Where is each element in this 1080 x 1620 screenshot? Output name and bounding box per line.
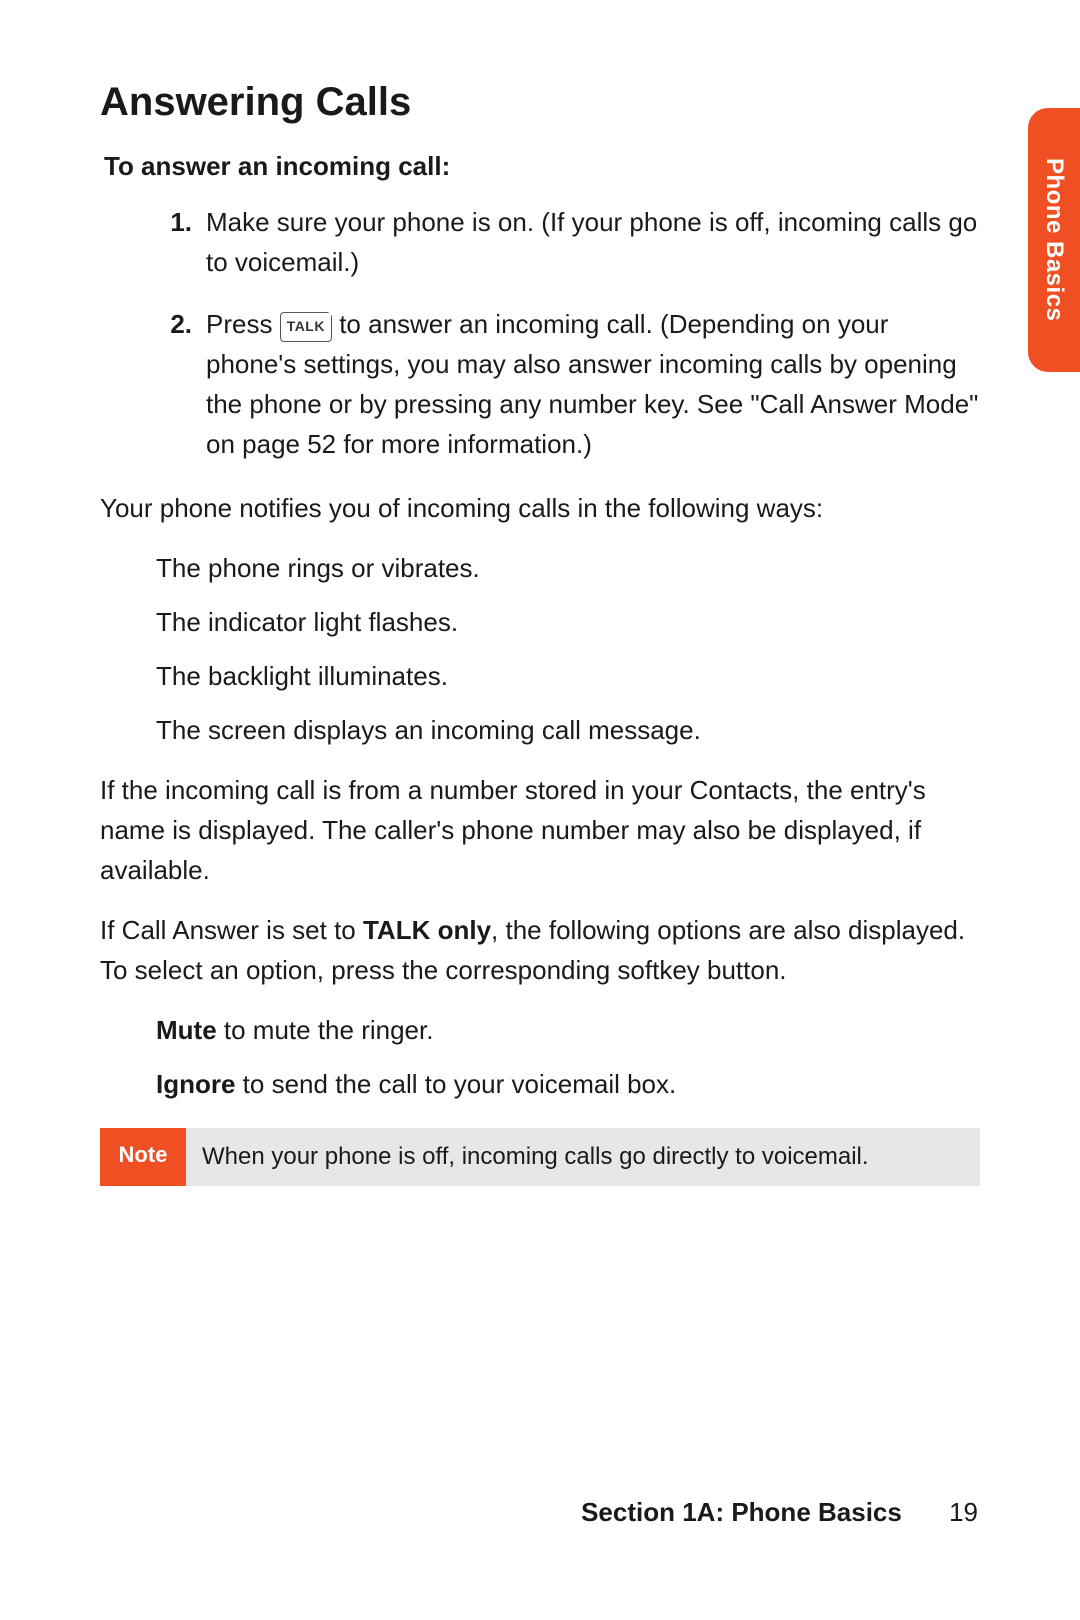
page-footer: Section 1A: Phone Basics 19 bbox=[581, 1497, 978, 1528]
talkonly-pre: If Call Answer is set to bbox=[100, 915, 363, 945]
subheading: To answer an incoming call: bbox=[104, 151, 980, 182]
notify-intro: Your phone notifies you of incoming call… bbox=[100, 488, 980, 528]
list-item: Mute to mute the ringer. bbox=[156, 1010, 980, 1050]
step-text-pre: Press bbox=[206, 309, 280, 339]
list-item: The indicator light flashes. bbox=[156, 602, 980, 642]
notify-list: The phone rings or vibrates. The indicat… bbox=[156, 548, 980, 750]
talkonly-bold: TALK only bbox=[363, 915, 491, 945]
talkonly-paragraph: If Call Answer is set to TALK only, the … bbox=[100, 910, 980, 990]
step-item: 1. Make sure your phone is on. (If your … bbox=[156, 202, 980, 282]
option-bold: Ignore bbox=[156, 1069, 235, 1099]
option-rest: to mute the ringer. bbox=[217, 1015, 434, 1045]
list-item: The backlight illuminates. bbox=[156, 656, 980, 696]
step-list: 1. Make sure your phone is on. (If your … bbox=[156, 202, 980, 464]
option-rest: to send the call to your voicemail box. bbox=[235, 1069, 676, 1099]
note-label: Note bbox=[100, 1128, 186, 1186]
talk-key-icon: TALK bbox=[280, 312, 332, 342]
list-item: Ignore to send the call to your voicemai… bbox=[156, 1064, 980, 1104]
manual-page: Phone Basics Answering Calls To answer a… bbox=[0, 0, 1080, 1620]
step-number: 1. bbox=[156, 202, 206, 282]
option-bold: Mute bbox=[156, 1015, 217, 1045]
contacts-paragraph: If the incoming call is from a number st… bbox=[100, 770, 980, 890]
step-text: Make sure your phone is on. (If your pho… bbox=[206, 202, 980, 282]
list-item: The screen displays an incoming call mes… bbox=[156, 710, 980, 750]
options-list: Mute to mute the ringer. Ignore to send … bbox=[156, 1010, 980, 1104]
step-item: 2. Press TALK to answer an incoming call… bbox=[156, 304, 980, 464]
page-number: 19 bbox=[949, 1497, 978, 1528]
note-body: When your phone is off, incoming calls g… bbox=[186, 1128, 980, 1186]
footer-section: Section 1A: Phone Basics bbox=[581, 1497, 902, 1527]
step-text: Press TALK to answer an incoming call. (… bbox=[206, 304, 980, 464]
page-heading: Answering Calls bbox=[100, 80, 980, 125]
section-tab: Phone Basics bbox=[1028, 108, 1080, 372]
step-number: 2. bbox=[156, 304, 206, 464]
note-box: Note When your phone is off, incoming ca… bbox=[100, 1128, 980, 1186]
section-tab-label: Phone Basics bbox=[1040, 158, 1068, 321]
list-item: The phone rings or vibrates. bbox=[156, 548, 980, 588]
